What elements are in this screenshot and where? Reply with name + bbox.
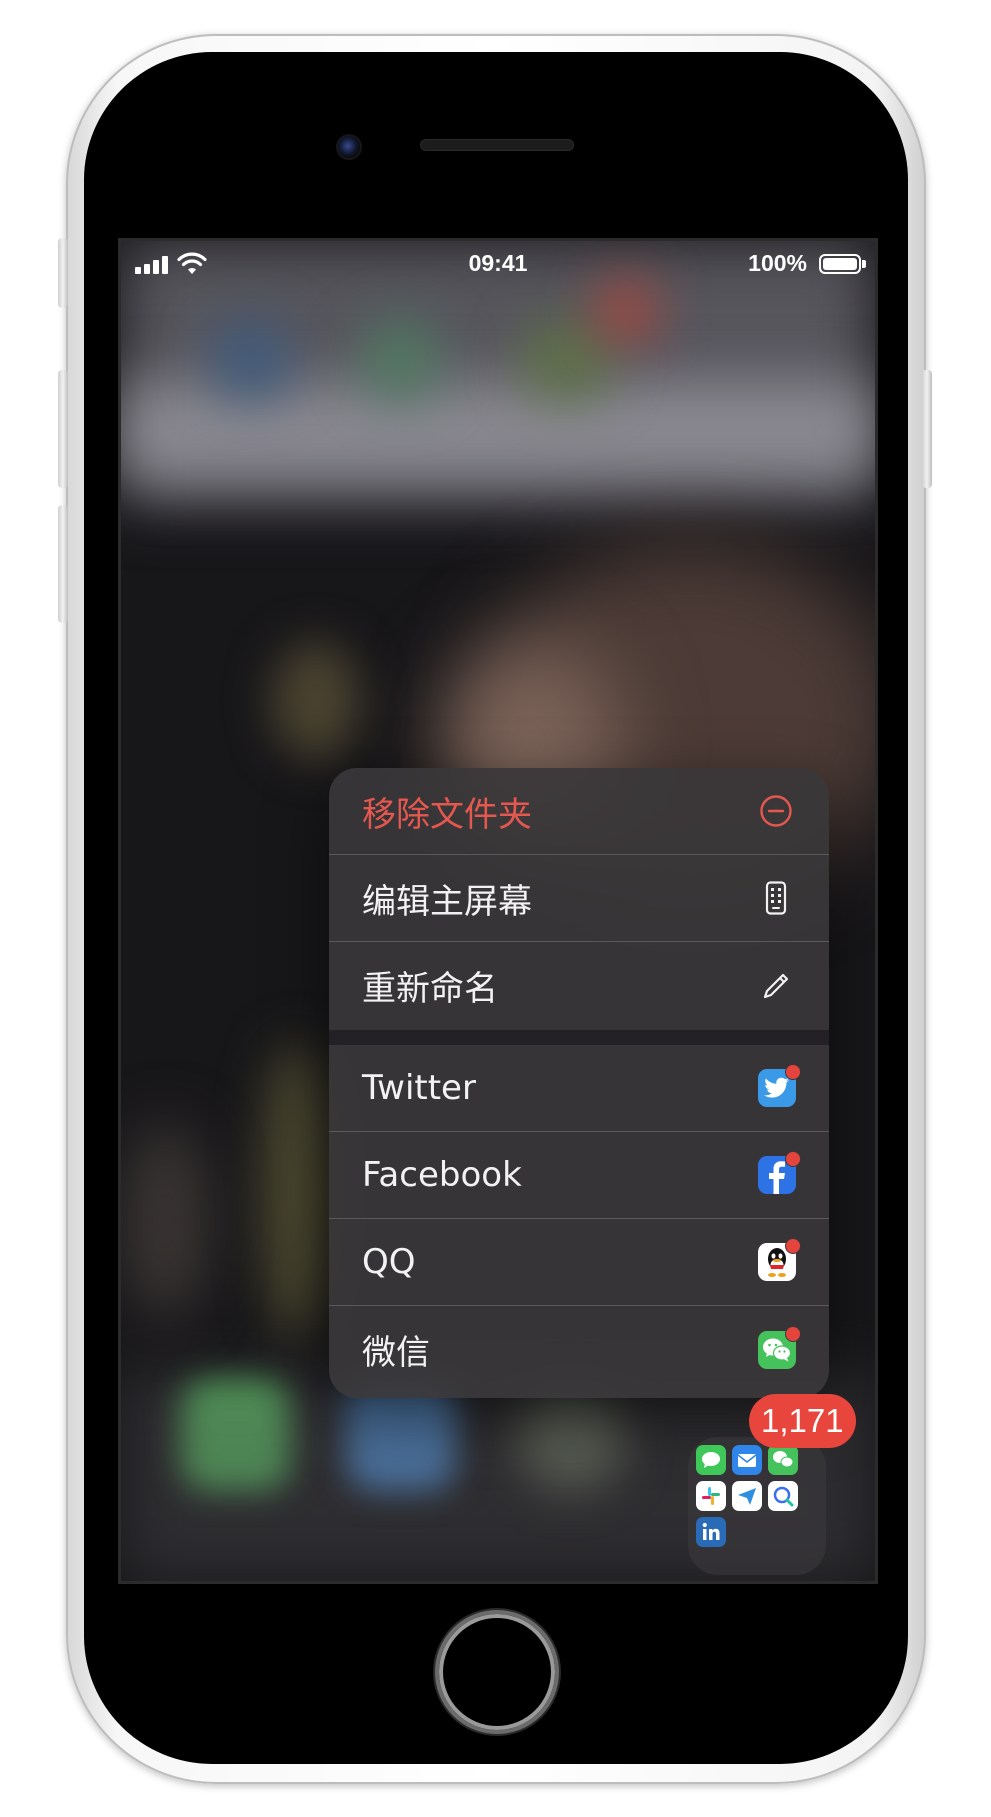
folder-context-menu: 移除文件夹 编辑主屏幕 重新命名 Twitter Facebook QQ 微信	[329, 768, 829, 1398]
wallpaper-blur	[121, 1121, 211, 1321]
home-screen: 09:41 100% 移除文件夹 编辑主屏幕 重新命名 Twitter Face…	[118, 238, 878, 1584]
app-label-wechat: 微信	[362, 1333, 430, 1373]
messages-icon	[696, 1445, 726, 1475]
wallpaper-blur	[596, 281, 656, 341]
app-item-facebook[interactable]: Facebook	[329, 1132, 829, 1219]
battery-icon	[819, 254, 861, 274]
mail-icon	[732, 1445, 762, 1475]
notification-dot	[785, 1064, 801, 1080]
volume-down-button	[58, 505, 68, 623]
front-camera	[336, 134, 362, 160]
notification-dot	[785, 1238, 801, 1254]
home-button[interactable]	[435, 1610, 559, 1734]
phone-grid-icon	[765, 881, 787, 915]
wechat-icon	[758, 1325, 801, 1369]
edit-home-screen-action[interactable]: 编辑主屏幕	[329, 855, 829, 942]
wallpaper-blur	[521, 321, 611, 401]
power-button	[922, 370, 932, 488]
qq-icon	[758, 1238, 801, 1281]
app-folder[interactable]	[688, 1437, 826, 1575]
menu-section-separator	[329, 1030, 829, 1045]
linkedin-icon	[696, 1517, 726, 1547]
battery-tip	[862, 260, 866, 268]
app-label-facebook: Facebook	[362, 1155, 522, 1195]
rename-label: 重新命名	[362, 969, 498, 1009]
volume-up-button	[58, 370, 68, 488]
battery-percentage: 100%	[748, 250, 807, 276]
slack-icon	[696, 1481, 726, 1511]
pencil-icon	[763, 973, 789, 998]
remove-folder-label: 移除文件夹	[362, 794, 532, 835]
wallpaper-blur	[361, 321, 441, 401]
twitter-icon	[758, 1064, 801, 1107]
earpiece-speaker	[420, 139, 574, 151]
app-item-qq[interactable]: QQ	[329, 1219, 829, 1306]
minus-circle-icon	[760, 795, 792, 827]
wallpaper-blur	[261, 1041, 331, 1341]
status-bar: 09:41 100%	[121, 241, 875, 287]
notification-dot	[785, 1151, 801, 1167]
app-label-twitter: Twitter	[362, 1068, 476, 1108]
wechat-icon	[768, 1445, 798, 1475]
quark-icon	[768, 1481, 798, 1511]
testflight-icon	[732, 1481, 762, 1511]
wallpaper-blur	[271, 641, 361, 761]
app-item-twitter[interactable]: Twitter	[329, 1045, 829, 1132]
folder-badge: 1,171	[749, 1394, 856, 1448]
notification-dot	[785, 1325, 801, 1342]
edit-home-screen-label: 编辑主屏幕	[362, 881, 532, 922]
app-item-wechat[interactable]: 微信	[329, 1306, 829, 1393]
mute-switch	[58, 238, 68, 308]
app-label-qq: QQ	[362, 1242, 416, 1282]
facebook-icon	[758, 1151, 801, 1194]
remove-folder-action[interactable]: 移除文件夹	[329, 768, 829, 855]
rename-action[interactable]: 重新命名	[329, 942, 829, 1029]
wallpaper-blur	[211, 321, 291, 401]
